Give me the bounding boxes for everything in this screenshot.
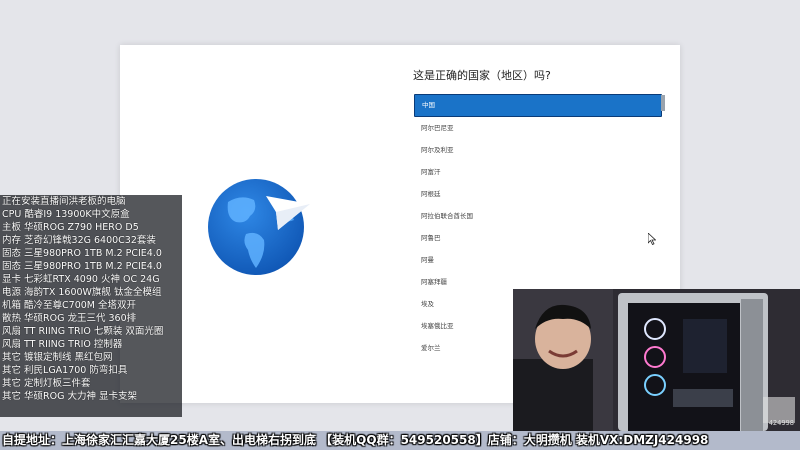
- spec-line: 固态 三星980PRO 1TB M.2 PCIE4.0: [2, 261, 162, 272]
- page-question: 这是正确的国家（地区）吗?: [413, 69, 551, 82]
- webcam-feed: 424998: [513, 289, 800, 431]
- list-scrollbar[interactable]: [661, 95, 665, 111]
- spec-line: 内存 芝奇幻锋戟32G 6400C32套装: [2, 235, 156, 246]
- bottom-banner-text: 自提地址：上海徐家汇汇嘉大厦25楼A室、出电梯右拐到底 【装机QQ群：54952…: [2, 433, 709, 447]
- globe-icon: [206, 172, 316, 282]
- spec-line: 其它 定制灯板三件套: [2, 378, 91, 389]
- country-item[interactable]: 阿尔及利亚: [414, 139, 662, 161]
- country-item[interactable]: 阿根廷: [414, 183, 662, 205]
- spec-line: 固态 三星980PRO 1TB M.2 PCIE4.0: [2, 248, 162, 259]
- spec-line: 风扇 TT RIING TRIO 控制器: [2, 339, 123, 350]
- country-item[interactable]: 阿拉伯联合酋长国: [414, 205, 662, 227]
- spec-line: 主板 华硕ROG Z790 HERO D5: [2, 222, 139, 233]
- spec-line: 机箱 酷冷至尊C700M 全塔双开: [2, 300, 137, 311]
- spec-line: 正在安装直播间洪老板的电脑: [2, 196, 126, 207]
- country-item[interactable]: 中国: [414, 94, 662, 117]
- desktop-background: 这是正确的国家（地区）吗? 中国 阿尔巴尼亚 阿尔及利亚 阿富汗 阿根廷 阿拉伯…: [0, 0, 800, 450]
- build-spec-overlay: 正在安装直播间洪老板的电脑 CPU 酷睿I9 13900K中文原盒 主板 华硕R…: [0, 195, 182, 417]
- mouse-cursor-icon: [648, 233, 656, 245]
- country-item[interactable]: 阿曼: [414, 249, 662, 271]
- spec-line: 其它 华硕ROG 大力神 显卡支架: [2, 391, 137, 402]
- webcam-image: [513, 289, 800, 431]
- spec-line: 显卡 七彩虹RTX 4090 火神 OC 24G: [2, 274, 160, 285]
- country-item[interactable]: 阿鲁巴: [414, 227, 662, 249]
- spec-line: 散热 华硕ROG 龙王三代 360排: [2, 313, 137, 324]
- spec-line: 电源 海韵TX 1600W旗舰 钛金全模组: [2, 287, 162, 298]
- country-item[interactable]: 阿富汗: [414, 161, 662, 183]
- country-item[interactable]: 阿尔巴尼亚: [414, 117, 662, 139]
- spec-line: 其它 镀银定制线 黑红包网: [2, 352, 113, 363]
- spec-line: CPU 酷睿I9 13900K中文原盒: [2, 209, 130, 220]
- spec-line: 其它 利民LGA1700 防弯扣具: [2, 365, 128, 376]
- spec-line: 风扇 TT RIING TRIO 七颗装 双面光圈: [2, 326, 164, 337]
- webcam-badge: 424998: [768, 419, 794, 427]
